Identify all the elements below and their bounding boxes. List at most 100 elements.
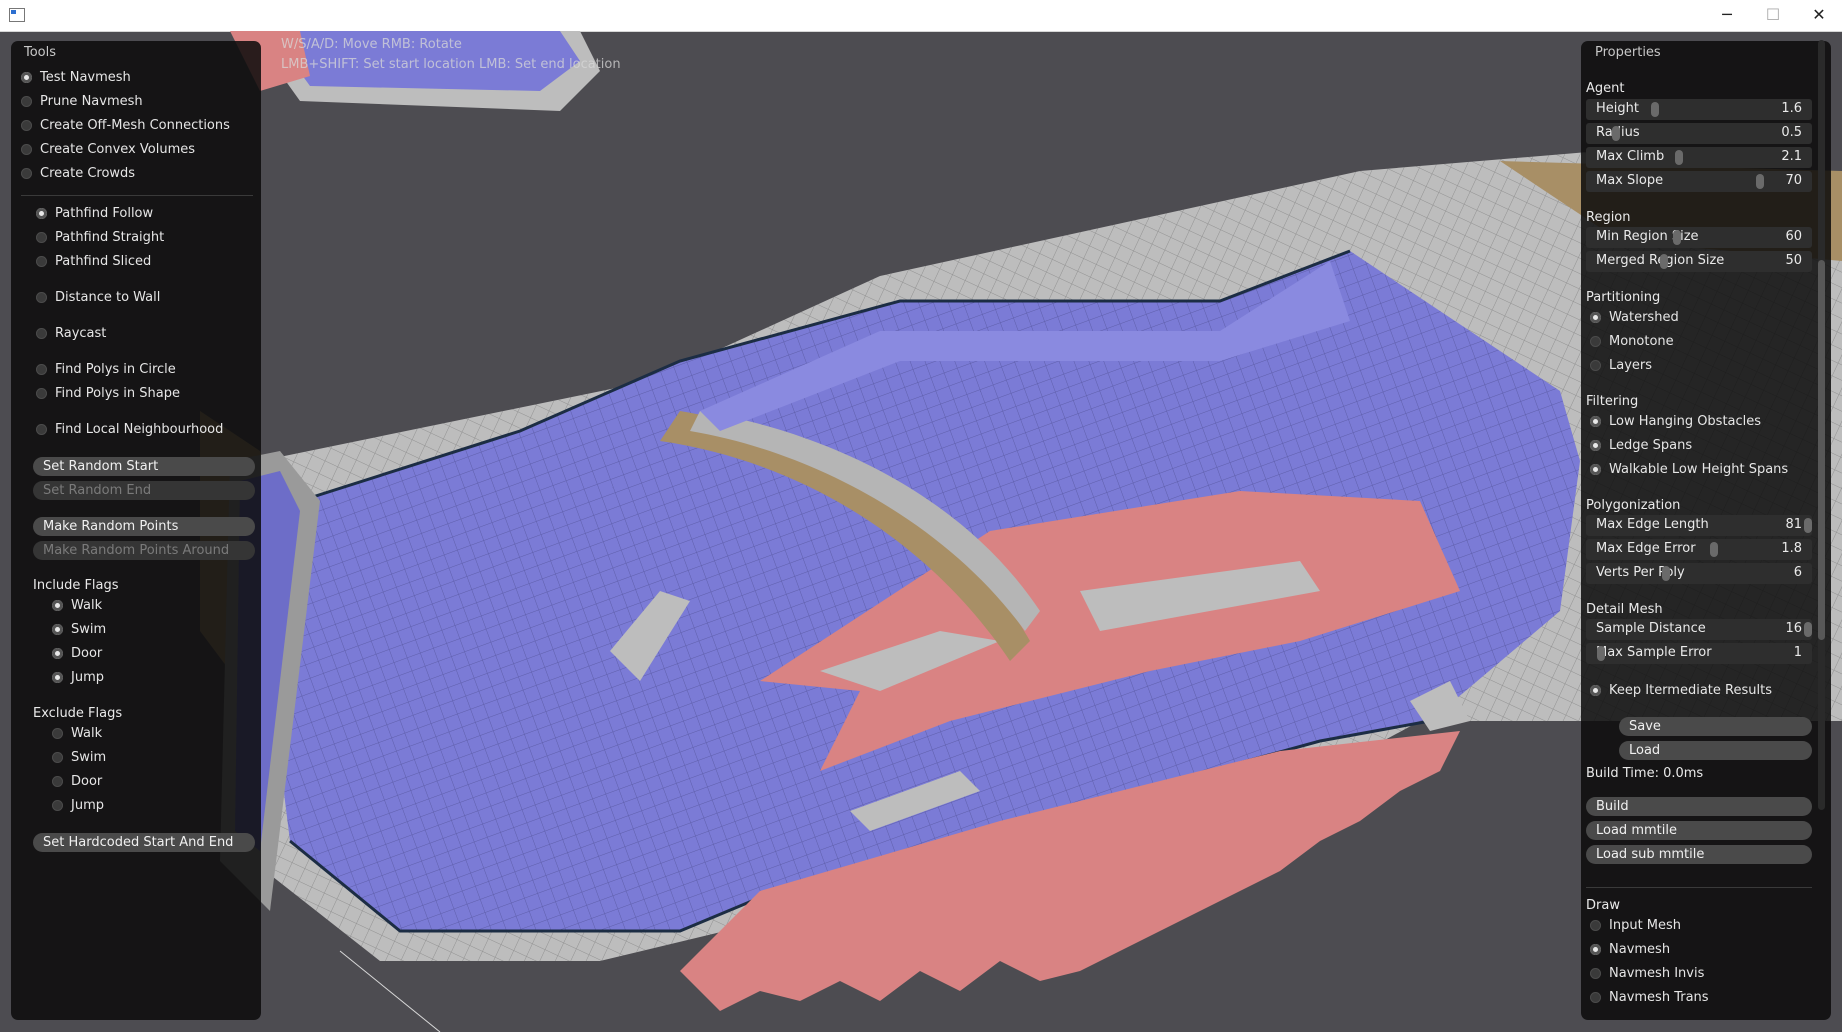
scrollbar-thumb[interactable]	[1818, 260, 1825, 640]
slider-max-edge-length[interactable]: Max Edge Length 81	[1586, 515, 1812, 536]
mode-convex-volumes[interactable]: Create Convex Volumes	[21, 138, 195, 160]
slider-thumb[interactable]	[1660, 254, 1669, 269]
save-button[interactable]: Save	[1619, 717, 1812, 736]
radio-indicator	[1590, 359, 1601, 371]
load-button[interactable]: Load	[1619, 741, 1812, 760]
slider-verts-per-poly[interactable]: Verts Per Poly 6	[1586, 563, 1812, 584]
mode-label: Create Convex Volumes	[40, 141, 196, 157]
slider-label: Sample Distance	[1596, 621, 1706, 636]
draw-input-mesh-radio[interactable]: Input Mesh	[1590, 914, 1681, 936]
close-button[interactable]: ✕	[1796, 0, 1842, 31]
exclude-swim-checkbox[interactable]: Swim	[52, 746, 106, 768]
option-raycast[interactable]: Raycast	[36, 322, 106, 344]
exclude-walk-checkbox[interactable]: Walk	[52, 722, 102, 744]
radio-indicator	[36, 207, 47, 219]
slider-merged-region-size[interactable]: Merged Region Size 50	[1586, 251, 1812, 272]
partition-watershed-radio[interactable]: Watershed	[1590, 306, 1679, 328]
minimize-button[interactable]: ─	[1704, 0, 1750, 31]
slider-value: 1	[1793, 645, 1802, 660]
option-distance-to-wall[interactable]: Distance to Wall	[36, 286, 160, 308]
radio-indicator	[1590, 919, 1601, 931]
option-find-local-neighbourhood[interactable]: Find Local Neighbourhood	[36, 418, 223, 440]
set-random-end-button[interactable]: Set Random End	[33, 481, 255, 500]
checkbox-indicator	[52, 799, 63, 811]
partition-monotone-radio[interactable]: Monotone	[1590, 330, 1674, 352]
partition-layers-radio[interactable]: Layers	[1590, 354, 1652, 376]
include-flags-title: Include Flags	[33, 578, 119, 593]
mode-offmesh-connections[interactable]: Create Off-Mesh Connections	[21, 114, 230, 136]
draw-navmesh-trans-radio[interactable]: Navmesh Trans	[1590, 986, 1709, 1008]
radio-indicator	[36, 363, 47, 375]
load-sub-mmtile-button[interactable]: Load sub mmtile	[1586, 845, 1812, 864]
include-door-checkbox[interactable]: Door	[52, 642, 102, 664]
include-swim-checkbox[interactable]: Swim	[52, 618, 106, 640]
checkbox-indicator	[52, 671, 63, 683]
slider-thumb[interactable]	[1756, 174, 1765, 189]
slider-value: 1.6	[1781, 101, 1802, 116]
filter-ledge-spans-checkbox[interactable]: Ledge Spans	[1590, 434, 1692, 456]
slider-min-region-size[interactable]: Min Region Size 60	[1586, 227, 1812, 248]
option-label: Pathfind Sliced	[55, 253, 152, 269]
option-find-polys-circle[interactable]: Find Polys in Circle	[36, 358, 176, 380]
3d-viewport[interactable]: W/S/A/D: Move RMB: Rotate LMB+SHIFT: Set…	[0, 31, 1842, 1032]
draw-navmesh-invis-radio[interactable]: Navmesh Invis	[1590, 962, 1704, 984]
slider-label: Max Sample Error	[1596, 645, 1712, 660]
make-random-points-button[interactable]: Make Random Points	[33, 517, 255, 536]
build-button[interactable]: Build	[1586, 797, 1812, 816]
slider-value: 6	[1793, 565, 1802, 580]
radio-indicator	[36, 255, 47, 267]
mode-label: Create Crowds	[40, 165, 136, 181]
slider-max-edge-error[interactable]: Max Edge Error 1.8	[1586, 539, 1812, 560]
option-label: Keep Itermediate Results	[1609, 682, 1772, 698]
slider-thumb[interactable]	[1662, 566, 1671, 581]
slider-thumb[interactable]	[1804, 518, 1812, 533]
properties-scrollbar[interactable]	[1818, 40, 1825, 810]
set-hardcoded-start-end-button[interactable]: Set Hardcoded Start And End	[33, 833, 255, 852]
radio-indicator	[36, 387, 47, 399]
slider-max-slope[interactable]: Max Slope 70	[1586, 171, 1812, 192]
option-pathfind-straight[interactable]: Pathfind Straight	[36, 226, 164, 248]
hint-location: LMB+SHIFT: Set start location LMB: Set e…	[281, 57, 621, 72]
option-pathfind-sliced[interactable]: Pathfind Sliced	[36, 250, 151, 272]
checkbox-indicator	[52, 751, 63, 763]
include-walk-checkbox[interactable]: Walk	[52, 594, 102, 616]
properties-title: Properties	[1595, 45, 1661, 60]
filter-low-hanging-checkbox[interactable]: Low Hanging Obstacles	[1590, 410, 1761, 432]
slider-label: Verts Per Poly	[1596, 565, 1685, 580]
mode-create-crowds[interactable]: Create Crowds	[21, 162, 135, 184]
make-random-points-around-button[interactable]: Make Random Points Around	[33, 541, 255, 560]
slider-thumb[interactable]	[1675, 150, 1684, 165]
slider-thumb[interactable]	[1673, 230, 1682, 245]
slider-thumb[interactable]	[1651, 102, 1660, 117]
radio-indicator	[36, 423, 47, 435]
checkbox-indicator	[1590, 463, 1601, 475]
slider-thumb[interactable]	[1710, 542, 1719, 557]
slider-thumb[interactable]	[1804, 622, 1812, 637]
exclude-jump-checkbox[interactable]: Jump	[52, 794, 104, 816]
mode-test-navmesh[interactable]: Test Navmesh	[21, 66, 131, 88]
navmesh-scene	[200, 31, 1842, 1032]
load-mmtile-button[interactable]: Load mmtile	[1586, 821, 1812, 840]
slider-max-sample-error[interactable]: Max Sample Error 1	[1586, 643, 1812, 664]
keep-intermediate-checkbox[interactable]: Keep Itermediate Results	[1590, 679, 1772, 701]
slider-max-climb[interactable]: Max Climb 2.1	[1586, 147, 1812, 168]
filter-walkable-low-height-checkbox[interactable]: Walkable Low Height Spans	[1590, 458, 1788, 480]
slider-value: 1.8	[1781, 541, 1802, 556]
set-random-start-button[interactable]: Set Random Start	[33, 457, 255, 476]
mode-prune-navmesh[interactable]: Prune Navmesh	[21, 90, 143, 112]
checkbox-indicator	[52, 775, 63, 787]
filtering-section-title: Filtering	[1586, 394, 1639, 409]
option-label: Walkable Low Height Spans	[1609, 461, 1789, 477]
slider-sample-distance[interactable]: Sample Distance 16	[1586, 619, 1812, 640]
option-find-polys-shape[interactable]: Find Polys in Shape	[36, 382, 180, 404]
exclude-door-checkbox[interactable]: Door	[52, 770, 102, 792]
maximize-button[interactable]: ☐	[1750, 0, 1796, 31]
slider-radius[interactable]: Radius0.5	[1586, 123, 1812, 144]
slider-thumb[interactable]	[1596, 646, 1605, 661]
include-jump-checkbox[interactable]: Jump	[52, 666, 104, 688]
flag-label: Door	[71, 645, 103, 661]
draw-navmesh-radio[interactable]: Navmesh	[1590, 938, 1670, 960]
slider-thumb[interactable]	[1612, 126, 1621, 141]
slider-height[interactable]: Height 1.6	[1586, 99, 1812, 120]
option-pathfind-follow[interactable]: Pathfind Follow	[36, 202, 153, 224]
